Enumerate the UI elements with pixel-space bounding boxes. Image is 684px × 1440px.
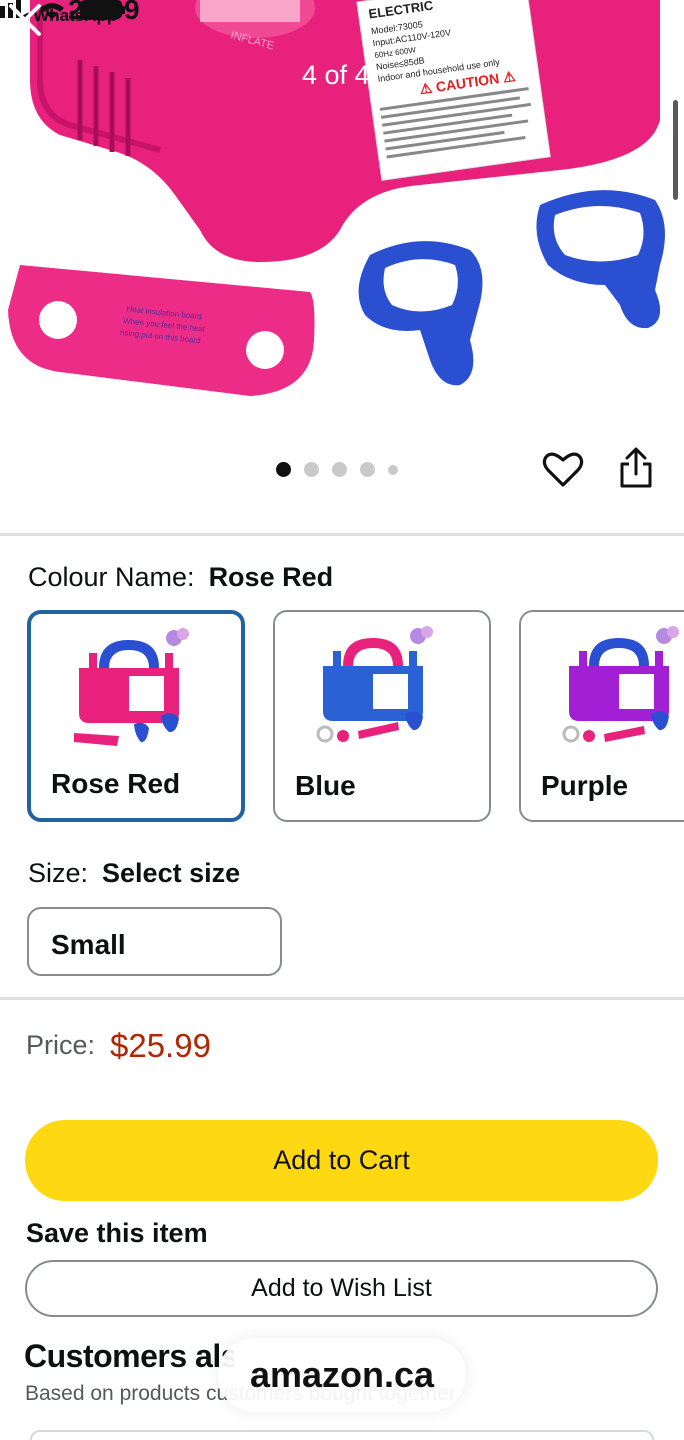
size-option-small[interactable]: Small (27, 907, 282, 976)
product-image-gallery[interactable]: INFLATE ELECTRIC Model:73005 Input:AC110… (0, 0, 684, 440)
pagination-dot[interactable] (304, 462, 319, 477)
colour-option-blue[interactable]: Blue (273, 610, 491, 822)
share-icon[interactable] (616, 446, 656, 490)
add-to-wish-list-label: Add to Wish List (251, 1274, 432, 1302)
scrollbar[interactable] (673, 100, 678, 200)
add-to-cart-label: Add to Cart (273, 1145, 410, 1175)
image-counter: 4 of 4 (302, 60, 370, 90)
pagination-dot[interactable] (360, 462, 375, 477)
product-thumbnail (562, 626, 679, 743)
pagination-dot[interactable] (388, 464, 398, 475)
size-option-label: Small (51, 929, 126, 960)
gallery-pagination[interactable] (276, 462, 398, 477)
add-to-wish-list-button[interactable]: Add to Wish List (25, 1260, 658, 1317)
colour-name-label: Colour Name: Rose Red (28, 562, 333, 593)
colour-label-text: Colour Name: (28, 562, 195, 592)
colour-option-label: Blue (295, 770, 356, 801)
colour-option-purple[interactable]: Purple (519, 610, 684, 822)
section-divider (0, 533, 684, 536)
product-thumbnail (316, 626, 433, 743)
selected-colour: Rose Red (208, 562, 334, 592)
size-label-text: Size: (28, 858, 89, 888)
price-label: Price: (26, 1030, 96, 1060)
pagination-dot[interactable] (276, 462, 291, 477)
customers-also-bought-heading: Customers also bought (24, 1338, 234, 1374)
price-value: $25.99 (110, 1027, 211, 1064)
selected-size: Select size (102, 858, 241, 888)
status-bar: ◂ WhatsApp 20:09 (0, 0, 684, 34)
size-label: Size: Select size (28, 858, 240, 889)
product-thumbnail (74, 628, 189, 746)
close-icon[interactable] (0, 0, 50, 40)
colour-option-rose-red[interactable]: Rose Red (27, 610, 245, 822)
heart-icon[interactable] (542, 450, 584, 490)
save-item-heading: Save this item (26, 1218, 208, 1248)
colour-option-label: Purple (541, 770, 629, 801)
site-url-pill[interactable]: amazon.ca (218, 1338, 466, 1412)
section-divider (0, 997, 684, 1000)
pagination-dot[interactable] (332, 462, 347, 477)
recommendation-card[interactable] (30, 1430, 654, 1440)
colour-option-label: Rose Red (51, 768, 181, 799)
add-to-cart-button[interactable]: Add to Cart (25, 1120, 658, 1201)
site-url: amazon.ca (249, 1354, 435, 1395)
